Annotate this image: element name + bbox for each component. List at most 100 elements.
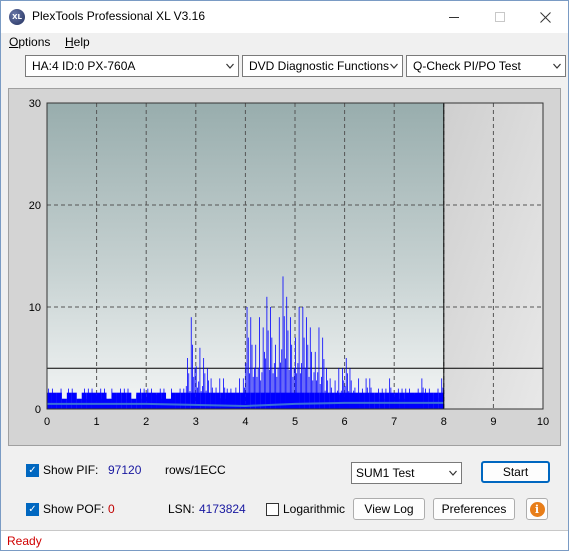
show-pif-checkbox[interactable]: ✓ [26, 463, 39, 477]
pif-base-fill [374, 392, 380, 409]
pif-base-fill [339, 392, 345, 409]
pif-base-fill [433, 392, 439, 409]
pif-unit: rows/1ECC [165, 463, 226, 477]
lsn-value: 4173824 [199, 502, 246, 516]
pif-base-fill [285, 392, 291, 409]
show-pif-label: Show PIF: [43, 463, 99, 477]
pif-base-fill [146, 392, 152, 409]
chevron-down-icon [553, 63, 561, 69]
pif-base-fill [185, 392, 191, 409]
test-select[interactable]: Q-Check PI/PO Test [406, 55, 566, 77]
function-select-value: DVD Diagnostic Functions [249, 59, 390, 73]
preferences-button[interactable]: Preferences [433, 498, 515, 520]
close-button[interactable] [522, 1, 568, 33]
y-tick-label: 20 [29, 200, 41, 212]
pif-base-fill [280, 392, 286, 409]
info-icon: i [529, 501, 545, 517]
title-bar[interactable]: XL PlexTools Professional XL V3.16 [1, 1, 568, 33]
logarithmic-checkbox[interactable] [266, 502, 279, 516]
x-tick-label: 4 [242, 416, 248, 428]
show-pif-row: ✓ Show PIF: [26, 463, 98, 477]
y-tick-label: 0 [35, 404, 41, 416]
pif-base-fill [66, 392, 72, 409]
pif-base-fill [394, 392, 400, 409]
sum-test-select-value: SUM1 Test [356, 466, 415, 480]
pif-base-fill [329, 392, 335, 409]
x-tick-label: 5 [292, 416, 298, 428]
logarithmic-row: Logarithmic [266, 502, 345, 516]
pif-bar [286, 296, 288, 409]
pif-base-fill [121, 392, 127, 409]
pif-base-fill [344, 392, 350, 409]
x-tick-label: 7 [391, 416, 397, 428]
show-pof-checkbox[interactable]: ✓ [26, 502, 39, 516]
sum-test-select[interactable]: SUM1 Test [351, 462, 462, 484]
pif-base-fill [364, 392, 370, 409]
maximize-button[interactable] [477, 1, 523, 33]
pif-base-fill [111, 392, 117, 409]
pof-value: 0 [108, 502, 115, 516]
drive-select[interactable]: HA:4 ID:0 PX-760A [25, 55, 239, 77]
pif-base-fill [275, 392, 281, 409]
x-tick-label: 8 [441, 416, 447, 428]
app-window: XL PlexTools Professional XL V3.16 Optio… [0, 0, 569, 551]
x-tick-label: 6 [342, 416, 348, 428]
pif-base-fill [126, 392, 132, 409]
pif-base-fill [324, 392, 330, 409]
pif-base-fill [220, 392, 226, 409]
pif-base-fill [369, 392, 375, 409]
test-select-value: Q-Check PI/PO Test [413, 59, 521, 73]
minimize-button[interactable] [431, 1, 477, 33]
function-select[interactable]: DVD Diagnostic Functions [242, 55, 403, 77]
menu-options[interactable]: Options [9, 35, 50, 49]
x-tick-label: 3 [193, 416, 199, 428]
pif-base-fill [71, 392, 77, 409]
pif-base-fill [195, 392, 201, 409]
view-log-button[interactable]: View Log [353, 498, 425, 520]
pif-base-fill [101, 392, 107, 409]
show-pof-label: Show POF: [43, 502, 105, 516]
y-tick-label: 30 [29, 98, 41, 110]
x-tick-label: 0 [44, 416, 50, 428]
pif-base-fill [438, 392, 444, 409]
menu-bar: Options Help [1, 33, 568, 53]
pif-base-fill [270, 392, 276, 409]
pif-base-fill [314, 392, 320, 409]
pif-base-fill [51, 392, 57, 409]
toolbar: HA:4 ID:0 PX-760A DVD Diagnostic Functio… [1, 53, 568, 83]
info-button[interactable]: i [526, 498, 548, 520]
pif-base-fill [200, 392, 206, 409]
pif-base-fill [379, 392, 385, 409]
pif-base-fill [309, 392, 315, 409]
start-button[interactable]: Start [481, 461, 550, 483]
pif-value: 97120 [108, 463, 142, 477]
pif-base-fill [399, 392, 405, 409]
pif-base-fill [349, 392, 355, 409]
chevron-down-icon [449, 470, 457, 476]
drive-select-value: HA:4 ID:0 PX-760A [32, 59, 136, 73]
pi-chart: 0 1 2 3 4 5 6 7 8 9 10 0 10 20 30 [29, 98, 549, 428]
pif-base-fill [354, 392, 360, 409]
pif-bar [266, 296, 268, 409]
status-text: Ready [7, 534, 42, 548]
status-bar: Ready [1, 530, 568, 550]
menu-help[interactable]: Help [65, 35, 90, 49]
pif-base-fill [255, 392, 261, 409]
chevron-down-icon [390, 63, 398, 69]
pif-base-fill [359, 392, 365, 409]
pif-base-fill [290, 392, 295, 409]
plextools-logo-icon: XL [9, 9, 25, 25]
pif-base-fill [91, 392, 97, 409]
pif-base-fill [47, 392, 52, 409]
chart-panel: 0 1 2 3 4 5 6 7 8 9 10 0 10 20 30 [8, 88, 561, 446]
pif-base-fill [414, 392, 419, 409]
y-tick-label: 10 [29, 302, 41, 314]
minimize-icon [449, 16, 459, 18]
pif-base-fill [389, 392, 395, 409]
pif-base-fill [409, 392, 415, 409]
pif-base-fill [86, 392, 92, 409]
maximize-icon [495, 12, 505, 22]
pif-base-fill [428, 392, 434, 409]
pif-base-fill [81, 392, 87, 409]
pif-base-fill [190, 392, 196, 409]
